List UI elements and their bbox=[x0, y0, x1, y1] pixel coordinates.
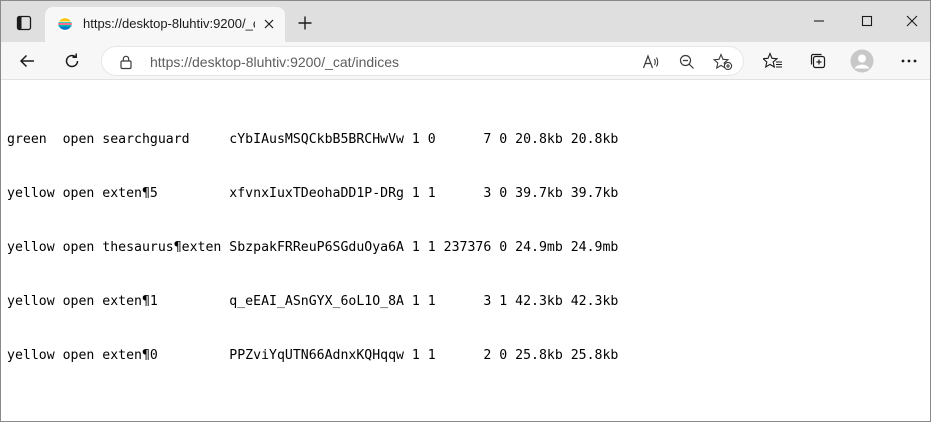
maximize-icon bbox=[861, 15, 873, 27]
tab-active[interactable]: https://desktop-8luhtiv:9200/_cat bbox=[45, 7, 285, 42]
close-window-button[interactable] bbox=[890, 1, 931, 41]
tab-actions-icon bbox=[16, 15, 32, 31]
cat-indices-output: green open searchguard cYbIAusMSQCkbB5BR… bbox=[7, 95, 618, 401]
refresh-button[interactable] bbox=[57, 46, 87, 76]
read-aloud-button[interactable] bbox=[640, 51, 662, 73]
minimize-button[interactable] bbox=[797, 1, 841, 41]
page-content: green open searchguard cYbIAusMSQCkbB5BR… bbox=[1, 81, 930, 421]
favorites-icon bbox=[763, 52, 782, 69]
more-button[interactable] bbox=[894, 46, 924, 76]
zoom-button[interactable] bbox=[676, 51, 698, 73]
favorites-button[interactable] bbox=[758, 46, 788, 76]
zoom-out-icon bbox=[679, 54, 694, 69]
add-favorite-icon bbox=[713, 53, 733, 71]
index-row: yellow open exten¶0 PPZviYqUTN66AdnxKQHq… bbox=[7, 348, 619, 363]
tab-actions-button[interactable] bbox=[9, 9, 39, 37]
close-icon bbox=[264, 19, 274, 29]
collections-button[interactable] bbox=[803, 46, 833, 76]
url-text[interactable]: https://desktop-8luhtiv:9200/_cat/indice… bbox=[150, 54, 399, 70]
refresh-icon bbox=[65, 53, 79, 68]
index-row: green open searchguard cYbIAusMSQCkbB5BR… bbox=[7, 132, 619, 147]
profile-button[interactable] bbox=[847, 46, 877, 76]
minimize-icon bbox=[814, 20, 824, 22]
read-aloud-icon bbox=[642, 54, 659, 69]
browser-window: https://desktop-8luhtiv:9200/_cat https:… bbox=[0, 0, 931, 422]
lock-icon[interactable] bbox=[118, 54, 134, 70]
address-bar[interactable]: https://desktop-8luhtiv:9200/_cat/indice… bbox=[101, 46, 744, 76]
plus-icon bbox=[298, 16, 312, 30]
tab-close-button[interactable] bbox=[259, 14, 279, 34]
index-row: yellow open exten¶5 xfvnxIuxTDeohaDD1P-D… bbox=[7, 186, 619, 201]
back-button[interactable] bbox=[12, 46, 42, 76]
index-row: yellow open thesaurus¶exten SbzpakFRReuP… bbox=[7, 240, 619, 255]
close-icon bbox=[906, 15, 918, 27]
back-arrow-icon bbox=[19, 54, 34, 68]
index-row: yellow open exten¶1 q_eEAI_ASnGYX_6oL1O_… bbox=[7, 294, 619, 309]
profile-icon bbox=[850, 49, 874, 73]
add-favorite-button[interactable] bbox=[712, 51, 734, 73]
new-tab-button[interactable] bbox=[291, 9, 319, 37]
tab-title: https://desktop-8luhtiv:9200/_cat bbox=[83, 16, 255, 31]
collections-icon bbox=[810, 53, 826, 69]
maximize-button[interactable] bbox=[845, 1, 889, 41]
elastic-logo-icon bbox=[57, 16, 73, 32]
navigation-toolbar: https://desktop-8luhtiv:9200/_cat/indice… bbox=[1, 42, 930, 80]
more-icon bbox=[901, 59, 917, 63]
tab-strip: https://desktop-8luhtiv:9200/_cat bbox=[1, 1, 930, 42]
